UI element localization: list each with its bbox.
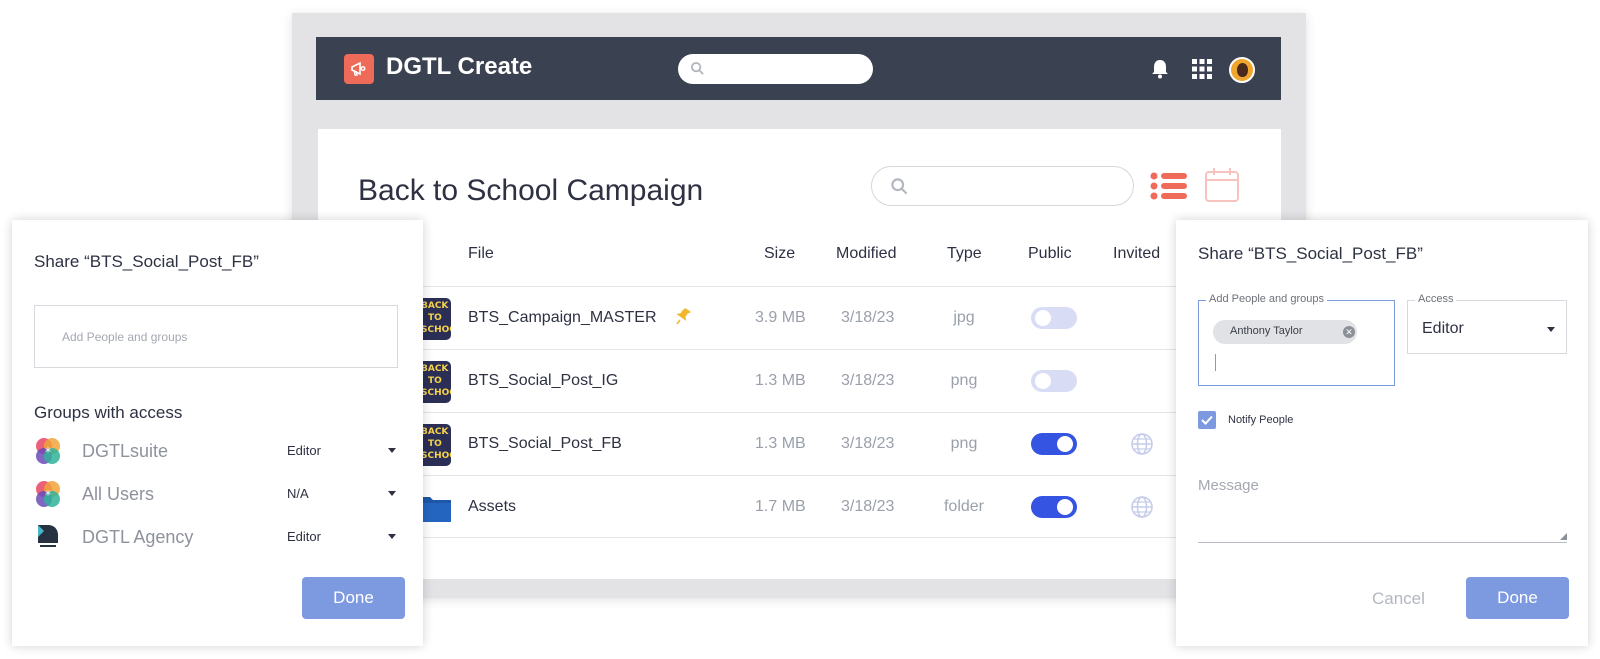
calendar-view-icon[interactable] <box>1204 167 1240 203</box>
search-icon <box>690 61 704 75</box>
folder-icon <box>419 497 451 522</box>
file-name[interactable]: BTS_Social_Post_IG <box>468 372 618 390</box>
group-row-dgtl-agency: DGTL Agency Editor <box>34 520 398 554</box>
file-modified: 3/18/23 <box>841 309 895 326</box>
resize-handle-icon[interactable] <box>1560 533 1567 540</box>
done-button[interactable]: Done <box>1466 577 1569 619</box>
file-row[interactable]: BACK TO SCHOOL BTS_Social_Post_IG 1.3 MB… <box>318 349 1281 412</box>
top-navigation-bar: DGTL Create <box>316 37 1281 100</box>
person-chip[interactable]: Anthony Taylor ✕ <box>1213 320 1357 344</box>
public-toggle[interactable] <box>1031 496 1077 518</box>
bell-icon[interactable] <box>1148 57 1172 81</box>
share-dialog-people: Share “BTS_Social_Post_FB” Add People an… <box>1176 220 1588 646</box>
page-title: Back to School Campaign <box>358 174 704 207</box>
file-name[interactable]: BTS_Campaign_MASTER <box>468 309 657 327</box>
chevron-down-icon[interactable] <box>1547 327 1555 332</box>
chevron-down-icon[interactable] <box>388 534 396 539</box>
message-textarea[interactable]: Message <box>1198 470 1567 543</box>
group-name: All Users <box>82 484 155 504</box>
file-name[interactable]: BTS_Social_Post_FB <box>468 435 622 453</box>
user-avatar[interactable] <box>1229 57 1255 83</box>
file-size: 1.3 MB <box>755 435 806 452</box>
public-toggle[interactable] <box>1031 370 1077 392</box>
message-placeholder: Message <box>1198 477 1259 494</box>
app-window: DGTL Create Back to School Campaign File… <box>292 13 1306 598</box>
column-header-size[interactable]: Size <box>764 245 795 263</box>
done-button[interactable]: Done <box>302 577 405 619</box>
file-modified: 3/18/23 <box>841 372 895 389</box>
share-dialog-groups: Share “BTS_Social_Post_FB” Add People an… <box>12 220 423 646</box>
global-search-input[interactable] <box>678 54 873 84</box>
dgtl-agency-logo-icon <box>38 525 58 547</box>
file-type: jpg <box>953 309 975 326</box>
column-header-modified[interactable]: Modified <box>836 245 896 263</box>
group-role-select[interactable]: Editor <box>287 529 321 544</box>
person-chip-label: Anthony Taylor <box>1230 325 1303 337</box>
dgtlsuite-logo-icon: * <box>36 438 60 464</box>
file-type: png <box>950 372 978 389</box>
dialog-title: Share “BTS_Social_Post_FB” <box>34 252 259 271</box>
chevron-down-icon[interactable] <box>388 491 396 496</box>
public-toggle[interactable] <box>1031 433 1077 455</box>
file-row[interactable]: BACK TO SCHOOL BTS_Social_Post_FB 1.3 MB… <box>318 412 1281 475</box>
file-size: 1.7 MB <box>755 498 806 515</box>
globe-icon[interactable] <box>1130 495 1154 519</box>
dgtlsuite-logo-icon: * <box>36 481 60 507</box>
file-modified: 3/18/23 <box>841 435 895 452</box>
column-header-invited[interactable]: Invited <box>1113 245 1160 263</box>
content-panel: Back to School Campaign File Size Modifi… <box>318 129 1281 579</box>
access-value: Editor <box>1422 320 1464 337</box>
file-size: 3.9 MB <box>755 309 806 326</box>
pin-icon[interactable] <box>675 307 691 325</box>
public-toggle[interactable] <box>1031 307 1077 329</box>
file-name[interactable]: Assets <box>468 498 516 516</box>
megaphone-logo-icon[interactable] <box>344 54 374 84</box>
add-people-field[interactable]: Add People and groups Anthony Taylor ✕ <box>1198 293 1395 386</box>
file-modified: 3/18/23 <box>841 498 895 515</box>
file-type: png <box>950 435 978 452</box>
group-role-select[interactable]: Editor <box>287 443 321 458</box>
svg-text:*: * <box>45 445 51 459</box>
app-title: DGTL Create <box>386 53 533 80</box>
checkmark-icon <box>1201 415 1213 425</box>
svg-text:*: * <box>45 488 51 502</box>
text-cursor <box>1215 354 1216 371</box>
search-icon <box>891 178 908 195</box>
file-type: folder <box>943 498 985 515</box>
group-row-all-users: * All Users N/A <box>34 477 398 511</box>
column-header-type[interactable]: Type <box>947 245 982 263</box>
list-view-icon[interactable] <box>1150 172 1188 200</box>
groups-heading: Groups with access <box>34 403 183 422</box>
globe-icon[interactable] <box>1130 432 1154 456</box>
add-people-legend: Add People and groups <box>1206 293 1327 305</box>
group-role-select[interactable]: N/A <box>287 486 309 501</box>
file-row[interactable]: BACK TO SCHOOL BTS_Campaign_MASTER 3.9 M… <box>318 286 1281 349</box>
remove-chip-icon[interactable]: ✕ <box>1343 326 1355 338</box>
chevron-down-icon[interactable] <box>388 448 396 453</box>
notify-people-label: Notify People <box>1228 414 1294 426</box>
column-header-file[interactable]: File <box>468 245 494 263</box>
file-size: 1.3 MB <box>755 372 806 389</box>
dialog-title: Share “BTS_Social_Post_FB” <box>1198 244 1423 263</box>
file-table-header: File Size Modified Type Public Invited <box>318 245 1281 283</box>
file-row[interactable]: Assets 1.7 MB 3/18/23 folder <box>318 475 1281 538</box>
cancel-button[interactable]: Cancel <box>1372 589 1425 609</box>
file-search-input[interactable] <box>871 166 1134 206</box>
group-row-dgtlsuite: * DGTLsuite Editor <box>34 434 398 468</box>
access-select[interactable]: Access Editor <box>1407 293 1567 354</box>
add-people-input[interactable]: Add People and groups <box>34 305 398 368</box>
notify-people-checkbox[interactable] <box>1198 411 1216 429</box>
column-header-public[interactable]: Public <box>1028 245 1072 263</box>
access-legend: Access <box>1415 293 1457 305</box>
group-name: DGTL Agency <box>82 527 194 547</box>
apps-grid-icon[interactable] <box>1190 57 1214 81</box>
group-name: DGTLsuite <box>82 441 169 461</box>
add-people-placeholder: Add People and groups <box>62 330 188 344</box>
